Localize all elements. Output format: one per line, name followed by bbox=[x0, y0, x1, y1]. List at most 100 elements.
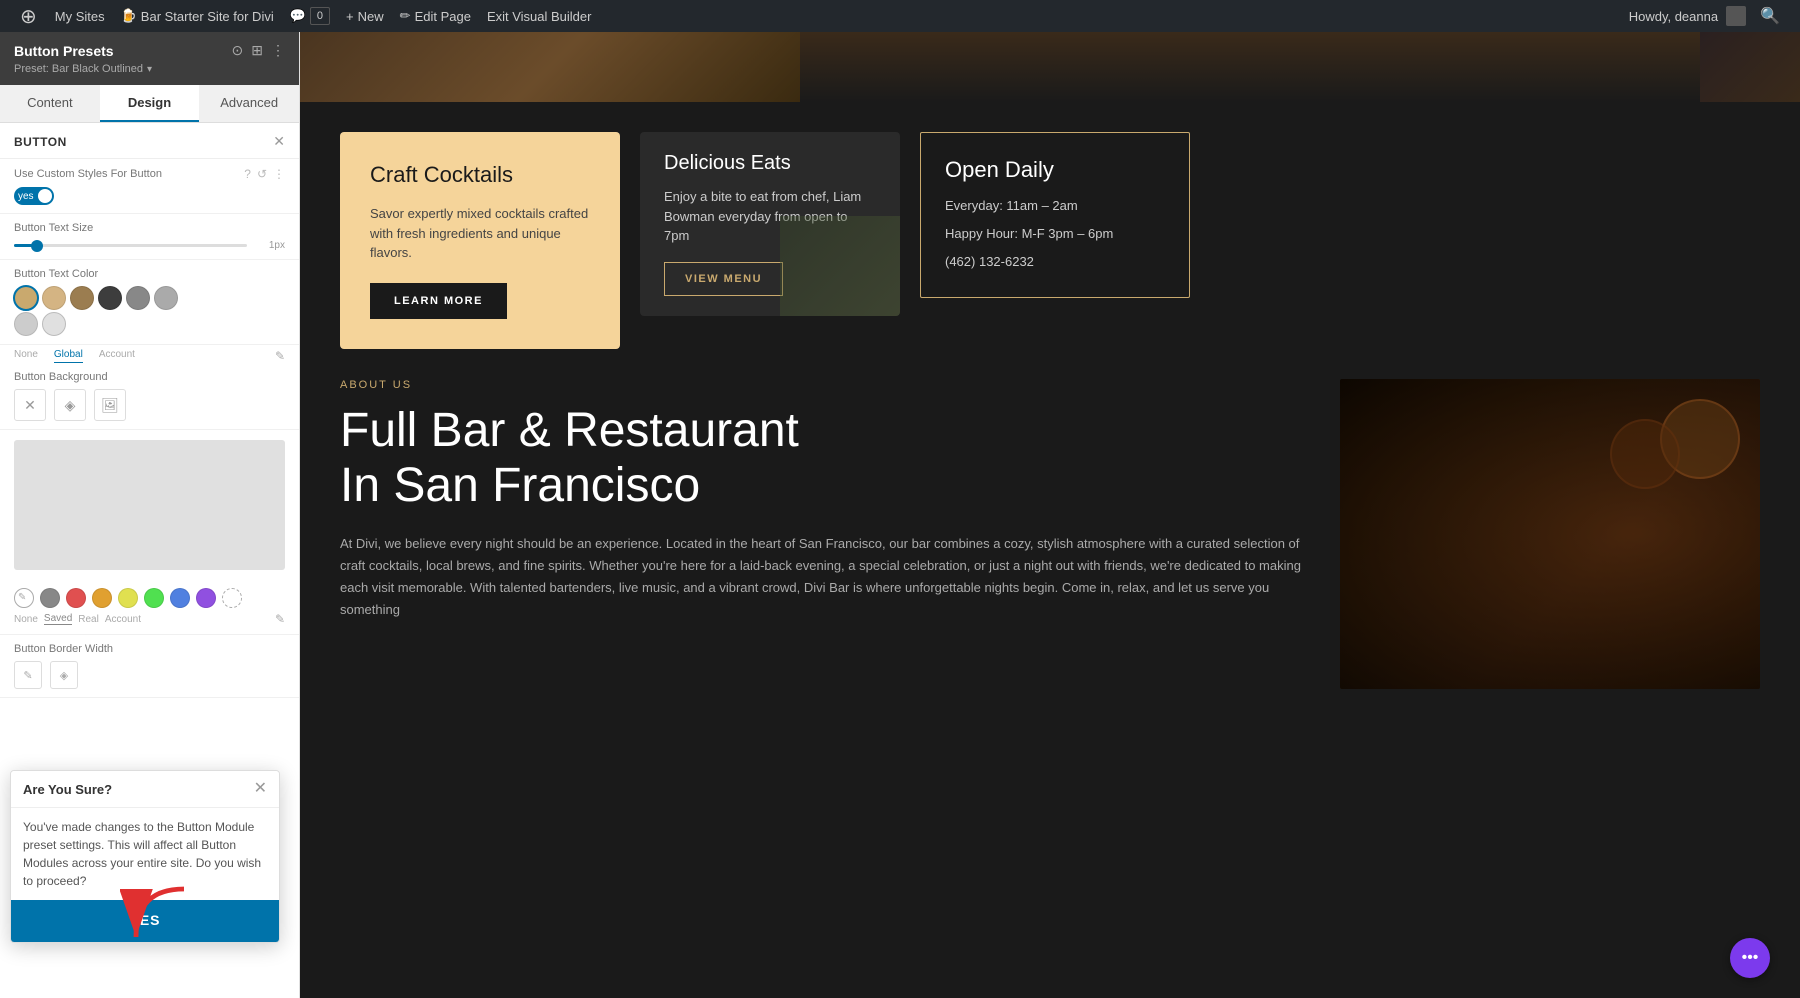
fab-button[interactable]: ••• bbox=[1730, 938, 1770, 978]
background-field: Button Background ✕ ◈ 🖼 bbox=[0, 363, 299, 430]
about-section: ABOUT US Full Bar & RestaurantIn San Fra… bbox=[300, 379, 1800, 689]
comment-icon: 💬 bbox=[290, 8, 306, 24]
cards-section: Craft Cocktails Savor expertly mixed coc… bbox=[300, 102, 1800, 379]
custom-styles-toggle[interactable]: yes bbox=[14, 187, 54, 205]
preview-swatch-blue[interactable] bbox=[170, 588, 190, 608]
swatch-4[interactable] bbox=[98, 286, 122, 310]
preview-swatch-custom[interactable] bbox=[222, 588, 242, 608]
subtab-real[interactable]: Real bbox=[78, 614, 99, 625]
settings-icon[interactable]: ⊙ bbox=[232, 42, 244, 59]
panel-preset[interactable]: Preset: Bar Black Outlined ▾ bbox=[14, 63, 285, 75]
comments-menu[interactable]: 💬 0 bbox=[282, 0, 338, 32]
preview-swatch-red[interactable] bbox=[66, 588, 86, 608]
subtab-edit2-icon[interactable]: ✎ bbox=[275, 612, 285, 626]
new-menu[interactable]: + New bbox=[338, 0, 392, 32]
are-you-sure-dialog: Are You Sure? ✕ You've made changes to t… bbox=[10, 770, 280, 943]
learn-more-button[interactable]: LEARN MORE bbox=[370, 283, 507, 319]
card-dark-image bbox=[780, 216, 900, 316]
text-size-slider-track[interactable] bbox=[14, 244, 247, 247]
preview-swatch-gray[interactable] bbox=[40, 588, 60, 608]
preview-edit-icon[interactable]: ✎ bbox=[14, 588, 34, 608]
text-size-label: Button Text Size bbox=[14, 222, 285, 234]
preview-swatch-yellow[interactable] bbox=[118, 588, 138, 608]
bg-image-icon[interactable]: 🖼 bbox=[94, 389, 126, 421]
subtab-edit-icon[interactable]: ✎ bbox=[275, 349, 285, 363]
dialog-confirm-button[interactable]: Yes bbox=[11, 900, 279, 942]
open-daily-happy: Happy Hour: M-F 3pm – 6pm bbox=[945, 223, 1165, 245]
site-name-menu[interactable]: 🍺 Bar Starter Site for Divi bbox=[113, 0, 282, 32]
subtab-global[interactable]: Global bbox=[54, 349, 83, 363]
swatch-2[interactable] bbox=[42, 286, 66, 310]
text-size-slider-thumb[interactable] bbox=[31, 240, 43, 252]
subtabs-row: None Global Account ✎ bbox=[0, 349, 299, 363]
open-daily-phone: (462) 132-6232 bbox=[945, 251, 1165, 273]
border-edit-icon[interactable]: ✎ bbox=[14, 661, 42, 689]
wp-logo-icon[interactable]: ⊕ bbox=[10, 4, 47, 29]
subtab-saved[interactable]: Saved bbox=[44, 613, 72, 625]
about-image bbox=[1340, 379, 1760, 689]
swatch-7[interactable] bbox=[14, 312, 38, 336]
subtab-account2[interactable]: Account bbox=[105, 614, 141, 625]
menu-icon[interactable]: ⋮ bbox=[273, 167, 285, 181]
preview-swatch-purple[interactable] bbox=[196, 588, 216, 608]
plus-icon: + bbox=[346, 9, 354, 24]
right-content: Craft Cocktails Savor expertly mixed coc… bbox=[300, 32, 1800, 998]
preview-swatch-orange[interactable] bbox=[92, 588, 112, 608]
text-size-slider-row: 1px bbox=[14, 240, 285, 251]
help-icon[interactable]: ? bbox=[244, 167, 251, 181]
panel-header-icons: ⊙ ⊞ ⋮ bbox=[232, 42, 285, 59]
border-gradient-icon[interactable]: ◈ bbox=[50, 661, 78, 689]
hero-strip bbox=[300, 32, 1800, 102]
text-color-field: Button Text Color bbox=[0, 260, 299, 345]
border-width-label: Button Border Width bbox=[14, 643, 285, 655]
preview-swatch-green[interactable] bbox=[144, 588, 164, 608]
swatch-3[interactable] bbox=[70, 286, 94, 310]
section-title: Button bbox=[14, 135, 67, 149]
custom-styles-label: Use Custom Styles For Button ? ↺ ⋮ bbox=[14, 167, 285, 181]
bg-gradient-icon[interactable]: ◈ bbox=[54, 389, 86, 421]
more-icon[interactable]: ⋮ bbox=[271, 42, 285, 59]
tab-content[interactable]: Content bbox=[0, 85, 100, 122]
open-daily-title: Open Daily bbox=[945, 157, 1165, 183]
swatch-1[interactable] bbox=[14, 286, 38, 310]
toggle-thumb bbox=[38, 189, 52, 203]
my-sites-menu[interactable]: My Sites bbox=[47, 0, 113, 32]
subtab-none2[interactable]: None bbox=[14, 614, 38, 625]
subtab-account[interactable]: Account bbox=[99, 349, 135, 363]
dialog-close-icon[interactable]: ✕ bbox=[254, 781, 267, 797]
panel-header-top: Button Presets ⊙ ⊞ ⋮ bbox=[14, 42, 285, 59]
exit-builder-menu[interactable]: Exit Visual Builder bbox=[479, 0, 600, 32]
section-close-icon[interactable]: ✕ bbox=[273, 133, 285, 150]
edit-page-menu[interactable]: ✏ Edit Page bbox=[392, 0, 479, 32]
preview-icons-row: ✎ None Saved Real Account ✎ bbox=[0, 580, 299, 635]
panel-title: Button Presets bbox=[14, 43, 114, 59]
view-menu-button[interactable]: VIEW MENU bbox=[664, 262, 783, 296]
craft-cocktails-card: Craft Cocktails Savor expertly mixed coc… bbox=[340, 132, 620, 349]
text-size-field: Button Text Size 1px bbox=[0, 214, 299, 260]
bg-none-icon[interactable]: ✕ bbox=[14, 389, 46, 421]
hero-image-right bbox=[1700, 32, 1800, 102]
site-content: Craft Cocktails Savor expertly mixed coc… bbox=[300, 32, 1800, 998]
hero-image-left bbox=[300, 32, 800, 102]
reset-icon[interactable]: ↺ bbox=[257, 167, 267, 181]
search-icon[interactable]: 🔍 bbox=[1750, 6, 1790, 26]
glass-2 bbox=[1610, 419, 1680, 489]
subtab-none[interactable]: None bbox=[14, 349, 38, 363]
swatch-5[interactable] bbox=[126, 286, 150, 310]
layout-icon[interactable]: ⊞ bbox=[251, 42, 263, 59]
text-size-value: 1px bbox=[255, 240, 285, 251]
swatch-6[interactable] bbox=[154, 286, 178, 310]
about-text: ABOUT US Full Bar & RestaurantIn San Fra… bbox=[340, 379, 1310, 622]
fab-icon: ••• bbox=[1742, 949, 1759, 967]
admin-bar-right: Howdy, deanna 🔍 bbox=[1629, 6, 1790, 26]
open-daily-card: Open Daily Everyday: 11am – 2am Happy Ho… bbox=[920, 132, 1190, 298]
border-width-field: Button Border Width ✎ ◈ bbox=[0, 635, 299, 698]
swatch-8[interactable] bbox=[42, 312, 66, 336]
text-color-swatches bbox=[14, 286, 285, 310]
swatch-row-2 bbox=[14, 312, 285, 336]
delicious-eats-card: Delicious Eats Enjoy a bite to eat from … bbox=[640, 132, 900, 316]
craft-cocktails-body: Savor expertly mixed cocktails crafted w… bbox=[370, 204, 590, 263]
preview-box bbox=[14, 440, 285, 570]
tab-design[interactable]: Design bbox=[100, 85, 200, 122]
tab-advanced[interactable]: Advanced bbox=[199, 85, 299, 122]
